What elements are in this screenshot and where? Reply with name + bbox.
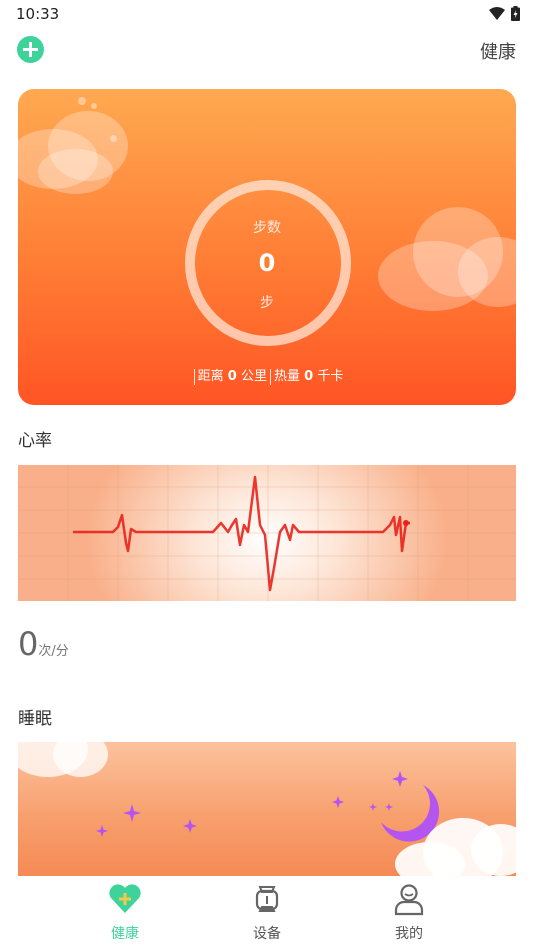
star-icon — [96, 771, 408, 837]
calories-value: 0 — [304, 369, 314, 384]
add-button[interactable] — [17, 36, 44, 63]
distance-unit: 公里 — [240, 369, 267, 384]
cloud-decoration — [395, 818, 516, 876]
watch-icon — [255, 886, 279, 912]
status-icons — [489, 6, 520, 21]
steps-value: 0 — [258, 249, 276, 277]
plus-icon — [23, 42, 38, 57]
nav-item-mine[interactable]: 我的 — [369, 882, 449, 943]
steps-summary: 距离 0 公里 热量 0 千卡 — [18, 365, 516, 385]
nav-label-mine: 我的 — [395, 926, 423, 942]
calories-label: 热量 — [274, 369, 301, 384]
steps-unit: 步 — [260, 295, 274, 311]
distance-label: 距离 — [197, 369, 224, 384]
heart-rate-unit: 次/分 — [38, 644, 69, 659]
wifi-icon — [489, 6, 505, 20]
calories-unit: 千卡 — [317, 369, 344, 384]
sleep-title: 睡眠 — [18, 709, 52, 729]
sleep-card[interactable] — [18, 742, 516, 876]
nav-item-device[interactable]: 设备 — [227, 882, 307, 943]
status-time: 10:33 — [16, 5, 60, 23]
nav-label-health: 健康 — [111, 926, 139, 942]
bottom-nav: 健康 设备 我的 — [0, 876, 534, 950]
page-title: 健康 — [480, 42, 516, 63]
heart-icon — [109, 884, 141, 913]
heart-rate-card[interactable] — [18, 465, 516, 601]
person-icon — [394, 884, 424, 916]
cloud-decoration — [110, 135, 117, 142]
heart-rate-title: 心率 — [18, 431, 52, 451]
sleep-decoration — [96, 771, 516, 876]
cloud-decoration — [91, 103, 97, 109]
nav-label-device: 设备 — [253, 926, 281, 942]
heart-rate-readout: 0次/分 — [18, 625, 69, 663]
ecg-chart — [18, 465, 516, 601]
top-bar: 健康 — [0, 28, 534, 70]
distance-value: 0 — [227, 369, 237, 384]
battery-icon — [511, 6, 520, 21]
cloud-decoration — [38, 149, 113, 194]
steps-card[interactable]: 步数 0 步 距离 0 公里 热量 0 千卡 — [18, 89, 516, 405]
steps-label: 步数 — [253, 220, 281, 236]
status-bar: 10:33 — [0, 0, 534, 28]
nav-item-health[interactable]: 健康 — [85, 882, 165, 943]
heart-rate-value: 0 — [18, 625, 39, 663]
cloud-decoration — [78, 97, 86, 105]
